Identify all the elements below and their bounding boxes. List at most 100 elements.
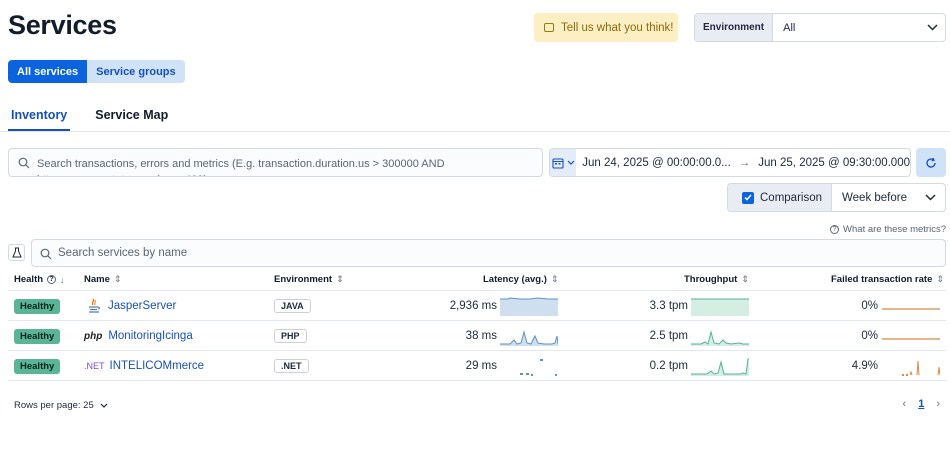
sort-icon: ⇕	[741, 274, 749, 284]
failed-rate-sparkline	[882, 338, 940, 340]
rows-per-page-label: Rows per page: 25	[14, 400, 94, 411]
latency-header-label: Latency (avg.)	[483, 274, 547, 285]
question-icon: ?	[47, 275, 57, 284]
row-divider	[8, 380, 946, 381]
chevron-down-icon	[925, 194, 936, 201]
throughput-value: 2.5 tpm	[649, 330, 688, 342]
environment-badge: JAVA	[274, 299, 311, 313]
refresh-icon	[926, 157, 936, 168]
environment-header-label: Environment	[274, 274, 333, 285]
latency-value: 2,936 ms	[449, 300, 497, 312]
failed-rate-header-label: Failed transaction rate	[831, 274, 933, 285]
health-badge: Healthy	[14, 328, 61, 344]
column-header-throughput[interactable]: Throughput ⇕	[684, 274, 749, 285]
feedback-button[interactable]: Tell us what you think!	[534, 13, 678, 42]
failed-rate-sparkline	[902, 360, 940, 376]
throughput-sparkline	[691, 330, 749, 346]
failed-rate-value: 4.9%	[851, 360, 878, 372]
flask-icon	[11, 247, 22, 258]
column-header-failed-rate[interactable]: Failed transaction rate ⇕	[831, 274, 944, 285]
service-name-link[interactable]: JasperServer	[108, 300, 176, 312]
query-text: Search transactions, errors and metrics …	[37, 158, 445, 176]
throughput-sparkline	[691, 358, 749, 376]
sort-icon: ⇕	[113, 274, 122, 284]
comparison-value: Week before	[842, 191, 907, 204]
environment-badge: .NET	[274, 359, 309, 373]
latency-sparkline	[500, 297, 558, 316]
feedback-label: Tell us what you think!	[561, 21, 674, 34]
date-range-picker[interactable]: Jun 24, 2025 @ 00:00:00.0... → Jun 25, 2…	[549, 148, 911, 177]
column-header-environment[interactable]: Environment ⇕	[274, 274, 344, 285]
previous-page-icon[interactable]: ‹	[903, 398, 907, 410]
chevron-down-icon	[567, 160, 575, 165]
latency-sparkline	[500, 330, 558, 346]
sort-icon: ⇕	[936, 274, 944, 284]
table-row: Healthy .NET INTELICOMmerce .NET 29 ms 0…	[8, 351, 946, 381]
environment-label: Environment	[695, 14, 774, 41]
query-search-input[interactable]: Search transactions, errors and metrics …	[8, 148, 543, 177]
service-groups-button[interactable]: Service groups	[87, 60, 185, 83]
health-badge: Healthy	[14, 298, 61, 314]
column-header-health[interactable]: Health ? ↓	[14, 274, 65, 285]
search-icon	[40, 248, 52, 260]
latency-value: 38 ms	[465, 330, 497, 342]
throughput-value: 0.2 tpm	[649, 360, 688, 372]
environment-badge: PHP	[274, 329, 307, 343]
service-name-link[interactable]: MonitoringIcinga	[108, 330, 192, 342]
sort-icon: ⇕	[550, 274, 559, 284]
environment-select[interactable]: Environment All	[694, 13, 946, 42]
page-number-current[interactable]: 1	[918, 398, 924, 410]
experimental-flask-button[interactable]	[8, 244, 25, 261]
checkbox-checked-icon	[742, 191, 754, 204]
arrow-right-icon: →	[738, 156, 751, 169]
chevron-down-icon	[919, 14, 945, 41]
throughput-value: 3.3 tpm	[649, 300, 688, 312]
next-page-icon[interactable]: ›	[936, 398, 940, 410]
view-tabs: Inventory Service Map	[8, 106, 171, 131]
rows-per-page-select[interactable]: Rows per page: 25	[14, 400, 108, 411]
sort-icon: ⇕	[336, 274, 344, 284]
latency-sparkline	[520, 359, 557, 376]
quick-select-button[interactable]	[550, 149, 577, 176]
name-header-label: Name	[84, 274, 110, 285]
throughput-header-label: Throughput	[684, 274, 738, 285]
refresh-button[interactable]	[916, 148, 946, 177]
comparison-label: Comparison	[760, 191, 822, 204]
page-title: Services	[8, 10, 117, 40]
calendar-icon	[552, 157, 564, 169]
table-row: Healthy JasperServer JAVA 2,936 ms 3.3 t…	[8, 291, 946, 321]
service-name-link[interactable]: INTELICOMmerce	[110, 360, 205, 372]
tab-inventory[interactable]: Inventory	[8, 106, 71, 131]
throughput-sparkline	[691, 298, 749, 316]
comparison-control: Comparison Week before	[727, 183, 946, 212]
failed-rate-value: 0%	[861, 330, 878, 342]
chevron-down-icon	[100, 403, 108, 408]
table-row: Healthy php MonitoringIcinga PHP 38 ms 2…	[8, 321, 946, 351]
column-header-name[interactable]: Name ⇕	[84, 274, 121, 285]
all-services-button[interactable]: All services	[8, 60, 88, 83]
comment-icon	[544, 23, 554, 32]
pagination: ‹ 1 ›	[903, 398, 940, 410]
comparison-period-select[interactable]: Week before	[832, 184, 945, 211]
php-icon: php	[84, 330, 103, 342]
comparison-checkbox[interactable]: Comparison	[728, 184, 832, 211]
service-search-placeholder: Search services by name	[58, 247, 188, 259]
failed-rate-value: 0%	[861, 300, 878, 312]
latency-value: 29 ms	[465, 360, 497, 372]
column-header-latency[interactable]: Latency (avg.) ⇕	[483, 274, 558, 285]
tabs-divider	[0, 131, 950, 132]
failed-rate-sparkline	[882, 308, 940, 310]
environment-value: All	[783, 21, 796, 34]
sort-descending-icon: ↓	[60, 274, 65, 285]
end-date[interactable]: Jun 25, 2025 @ 09:30:00.000	[758, 157, 910, 169]
health-badge: Healthy	[14, 358, 61, 374]
service-view-toggle: All services Service groups	[8, 60, 185, 83]
dotnet-icon: .NET	[84, 361, 105, 371]
tab-service-map[interactable]: Service Map	[92, 106, 171, 131]
start-date[interactable]: Jun 24, 2025 @ 00:00:00.0...	[582, 157, 731, 169]
service-search-input[interactable]: Search services by name	[31, 239, 946, 267]
metrics-help-link[interactable]: ? What are these metrics?	[830, 224, 946, 235]
java-icon	[89, 298, 100, 313]
search-icon	[18, 157, 30, 169]
question-icon: ?	[830, 225, 840, 234]
